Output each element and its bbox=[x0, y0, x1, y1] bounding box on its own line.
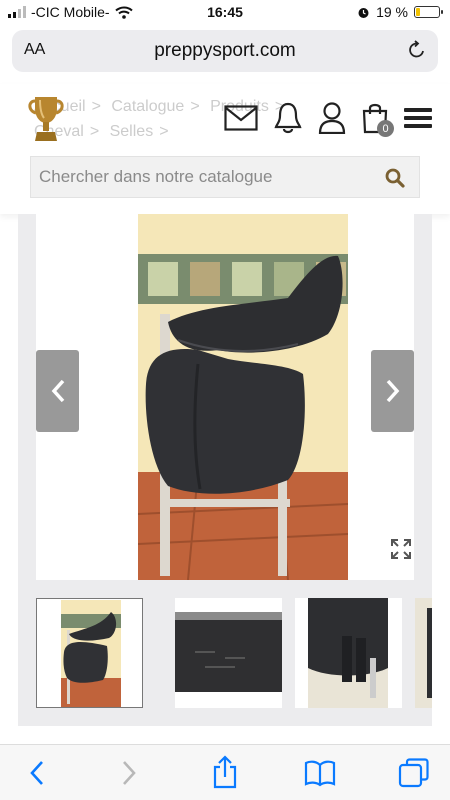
previous-image-button[interactable] bbox=[36, 350, 79, 432]
reload-icon[interactable] bbox=[406, 39, 428, 61]
status-bar: -CIC Mobile- 16:45 19 % bbox=[0, 0, 450, 26]
breadcrumb-separator: > bbox=[159, 123, 169, 140]
bookmarks-icon[interactable] bbox=[304, 759, 336, 787]
browser-toolbar bbox=[0, 744, 450, 800]
fullscreen-icon[interactable] bbox=[390, 538, 412, 560]
thumbnail-2[interactable] bbox=[175, 598, 282, 708]
chevron-left-icon bbox=[51, 379, 64, 403]
bell-icon bbox=[274, 102, 302, 134]
tabs-icon[interactable] bbox=[398, 757, 430, 789]
next-image-button[interactable] bbox=[371, 350, 414, 432]
cart-button[interactable]: 0 bbox=[362, 102, 394, 137]
trophy-logo[interactable] bbox=[26, 94, 66, 144]
site-header: Accueil > Catalogue > Produits > Cheval > Se… bbox=[0, 84, 450, 214]
header-actions: 0 bbox=[224, 102, 432, 137]
thumbnail-image bbox=[308, 598, 388, 708]
thumbnail-4[interactable] bbox=[415, 598, 432, 708]
breadcrumb-separator: > bbox=[89, 123, 100, 140]
menu-icon bbox=[404, 108, 432, 128]
breadcrumb-item-catalogue[interactable]: Catalogue bbox=[111, 98, 184, 115]
search-input[interactable] bbox=[31, 157, 371, 197]
thumbnail-image bbox=[175, 612, 282, 692]
menu-button[interactable] bbox=[404, 106, 432, 130]
cart-count-badge: 0 bbox=[377, 120, 394, 137]
breadcrumb-item-selles[interactable]: Selles bbox=[110, 123, 154, 140]
forward-icon[interactable] bbox=[120, 759, 138, 787]
mail-button[interactable] bbox=[224, 105, 258, 131]
mail-icon bbox=[224, 105, 258, 131]
url-text[interactable]: preppysport.com bbox=[12, 40, 438, 62]
breadcrumb-separator: > bbox=[190, 98, 200, 115]
main-product-image[interactable] bbox=[36, 214, 414, 580]
back-icon[interactable] bbox=[28, 759, 46, 787]
breadcrumb-separator: > bbox=[91, 98, 101, 115]
user-icon bbox=[318, 102, 346, 134]
thumbnail-1[interactable] bbox=[36, 598, 143, 708]
chevron-right-icon bbox=[386, 379, 399, 403]
alarm-icon bbox=[358, 7, 369, 18]
thumbnail-strip bbox=[36, 598, 432, 708]
share-icon[interactable] bbox=[211, 755, 239, 789]
search-icon[interactable] bbox=[385, 168, 405, 188]
search-bar bbox=[30, 156, 420, 198]
battery-percent: 19 % bbox=[376, 4, 408, 20]
notifications-button[interactable] bbox=[274, 102, 302, 134]
product-gallery bbox=[18, 214, 432, 726]
thumbnail-image bbox=[415, 598, 432, 708]
thumbnail-image bbox=[61, 600, 121, 707]
saddle-photo bbox=[138, 214, 348, 580]
battery-icon bbox=[414, 6, 443, 18]
account-button[interactable] bbox=[318, 102, 346, 134]
address-bar[interactable]: AA preppysport.com bbox=[12, 30, 438, 72]
thumbnail-3[interactable] bbox=[295, 598, 402, 708]
